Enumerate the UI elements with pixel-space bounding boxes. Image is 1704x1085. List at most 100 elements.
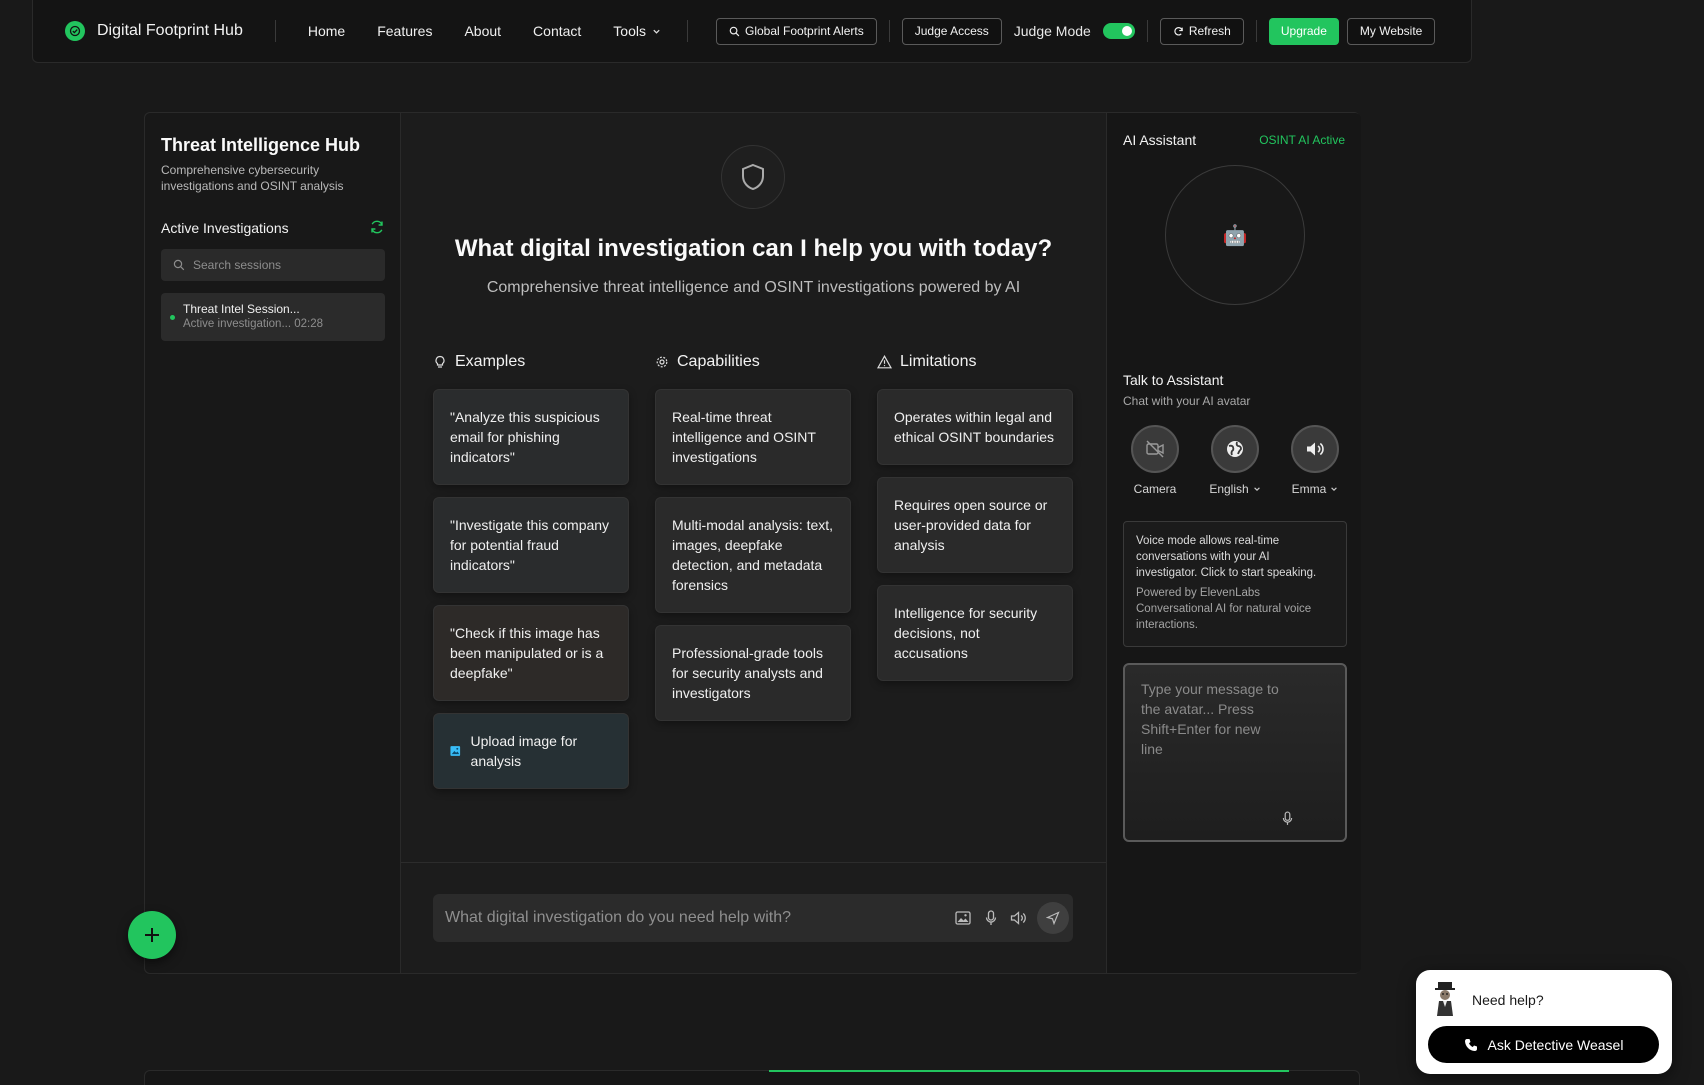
refresh-icon	[1174, 26, 1183, 36]
global-footprint-alerts-button[interactable]: Global Footprint Alerts	[715, 17, 877, 45]
image-icon	[450, 746, 461, 756]
limitations-column: Limitations Operates within legal and et…	[877, 351, 1073, 693]
assistant-title: AI Assistant	[1123, 132, 1197, 148]
example-card[interactable]: "Investigate this company for potential …	[433, 497, 629, 593]
nav-features[interactable]: Features	[377, 23, 432, 39]
chat-input[interactable]	[445, 909, 949, 927]
refresh-label: Refresh	[1188, 24, 1231, 38]
globe-icon	[1227, 441, 1243, 457]
example-card[interactable]: "Analyze this suspicious email for phish…	[433, 389, 629, 485]
plus-icon	[145, 928, 159, 942]
active-investigations-label: Active Investigations	[161, 220, 289, 236]
capabilities-header: Capabilities	[655, 351, 851, 373]
session-title: Threat Intel Session...	[183, 302, 300, 316]
limitation-card: Intelligence for security decisions, not…	[877, 585, 1073, 681]
divider	[274, 20, 276, 42]
voice-control: Emma	[1275, 425, 1355, 496]
examples-title: Examples	[455, 353, 526, 370]
ai-assistant-panel: AI Assistant OSINT AI Active 🤖 Talk to A…	[1106, 113, 1361, 973]
search-icon	[173, 259, 185, 271]
session-item[interactable]: Threat Intel Session... Active investiga…	[161, 293, 385, 341]
capabilities-title: Capabilities	[677, 353, 760, 370]
search-icon	[729, 26, 740, 36]
capabilities-column: Capabilities Real-time threat intelligen…	[655, 351, 851, 733]
chevron-down-icon	[1253, 487, 1260, 491]
upgrade-button[interactable]: Upgrade	[1268, 17, 1339, 45]
refresh-sessions-icon[interactable]	[369, 219, 385, 235]
camera-control: Camera	[1115, 425, 1195, 496]
nav-contact[interactable]: Contact	[533, 23, 581, 39]
ai-avatar: 🤖	[1165, 165, 1305, 305]
session-status-dot	[170, 315, 175, 320]
language-label: English	[1209, 482, 1249, 496]
nav-tools-dropdown[interactable]: Tools	[613, 23, 661, 39]
language-button[interactable]	[1211, 425, 1259, 473]
chat-composer	[433, 894, 1073, 942]
speaker-icon[interactable]	[1005, 904, 1033, 932]
upload-image-card[interactable]: Upload image for analysis	[433, 713, 629, 789]
voice-label: Emma	[1291, 482, 1327, 496]
bottom-section	[144, 1070, 1360, 1085]
microphone-icon[interactable]	[1282, 811, 1293, 826]
detective-weasel-avatar	[1435, 982, 1455, 1016]
voice-mode-info-text: Voice mode allows real-time conversation…	[1136, 535, 1317, 579]
nav-about[interactable]: About	[464, 23, 501, 39]
voice-mode-info: Voice mode allows real-time conversation…	[1123, 521, 1347, 647]
language-control: English	[1195, 425, 1275, 496]
upload-image-label: Upload image for analysis	[470, 733, 578, 769]
main-panel: Threat Intelligence Hub Comprehensive cy…	[144, 112, 1361, 974]
center-content: What digital investigation can I help yo…	[401, 113, 1106, 973]
page-subheadline: Comprehensive threat intelligence and OS…	[486, 279, 1021, 296]
refresh-button[interactable]: Refresh	[1159, 17, 1244, 45]
camera-button[interactable]	[1131, 425, 1179, 473]
sidebar: Threat Intelligence Hub Comprehensive cy…	[145, 113, 401, 973]
help-widget: Need help? Ask Detective Weasel	[1416, 970, 1672, 1074]
divider	[888, 20, 890, 42]
warning-triangle-icon	[877, 355, 892, 369]
lightbulb-icon	[435, 355, 445, 368]
ask-detective-weasel-button[interactable]: Ask Detective Weasel	[1428, 1026, 1659, 1063]
examples-column: Examples "Analyze this suspicious email …	[433, 351, 629, 801]
brand-name: Digital Footprint Hub	[97, 22, 243, 39]
divider	[1146, 20, 1148, 42]
judge-mode-toggle[interactable]	[1102, 23, 1135, 39]
voice-button[interactable]	[1291, 425, 1339, 473]
shield-icon	[721, 145, 785, 209]
camera-off-icon	[1146, 440, 1164, 458]
capability-card: Multi-modal analysis: text, images, deep…	[655, 497, 851, 613]
avatar-message-input[interactable]	[1141, 679, 1281, 779]
new-investigation-button[interactable]	[128, 911, 176, 959]
voice-selector[interactable]: Emma	[1275, 482, 1355, 496]
session-search	[161, 249, 385, 281]
camera-label: Camera	[1133, 482, 1177, 496]
chevron-down-icon	[1331, 487, 1338, 491]
volume-icon	[1307, 442, 1324, 456]
limitation-card: Operates within legal and ethical OSINT …	[877, 389, 1073, 465]
language-selector[interactable]: English	[1195, 482, 1275, 496]
judge-access-button[interactable]: Judge Access	[901, 17, 1002, 45]
avatar-message-box	[1123, 663, 1347, 842]
my-website-button[interactable]: My Website	[1346, 17, 1436, 45]
capability-card: Professional-grade tools for security an…	[655, 625, 851, 721]
chevron-down-icon	[653, 29, 660, 34]
robot-icon: 🤖	[1222, 224, 1248, 247]
image-upload-icon[interactable]	[949, 904, 977, 932]
example-card[interactable]: "Check if this image has been manipulate…	[433, 605, 629, 701]
composer-divider	[401, 862, 1106, 863]
talk-subtitle: Chat with your AI avatar	[1123, 394, 1251, 408]
send-button[interactable]	[1037, 902, 1069, 934]
limitations-title: Limitations	[900, 353, 977, 370]
voice-mode-powered-by: Powered by ElevenLabs Conversational AI …	[1136, 587, 1312, 631]
gear-icon	[656, 356, 668, 368]
brand[interactable]: Digital Footprint Hub	[65, 21, 243, 41]
divider	[686, 20, 688, 42]
talk-title: Talk to Assistant	[1123, 372, 1224, 388]
session-search-input[interactable]	[193, 258, 373, 272]
alerts-label: Global Footprint Alerts	[744, 24, 864, 38]
nav-home[interactable]: Home	[308, 23, 345, 39]
limitation-card: Requires open source or user-provided da…	[877, 477, 1073, 573]
send-icon	[1046, 911, 1060, 925]
microphone-icon[interactable]	[977, 904, 1005, 932]
nav-tools-label: Tools	[613, 23, 646, 39]
help-text: Need help?	[1472, 992, 1544, 1008]
